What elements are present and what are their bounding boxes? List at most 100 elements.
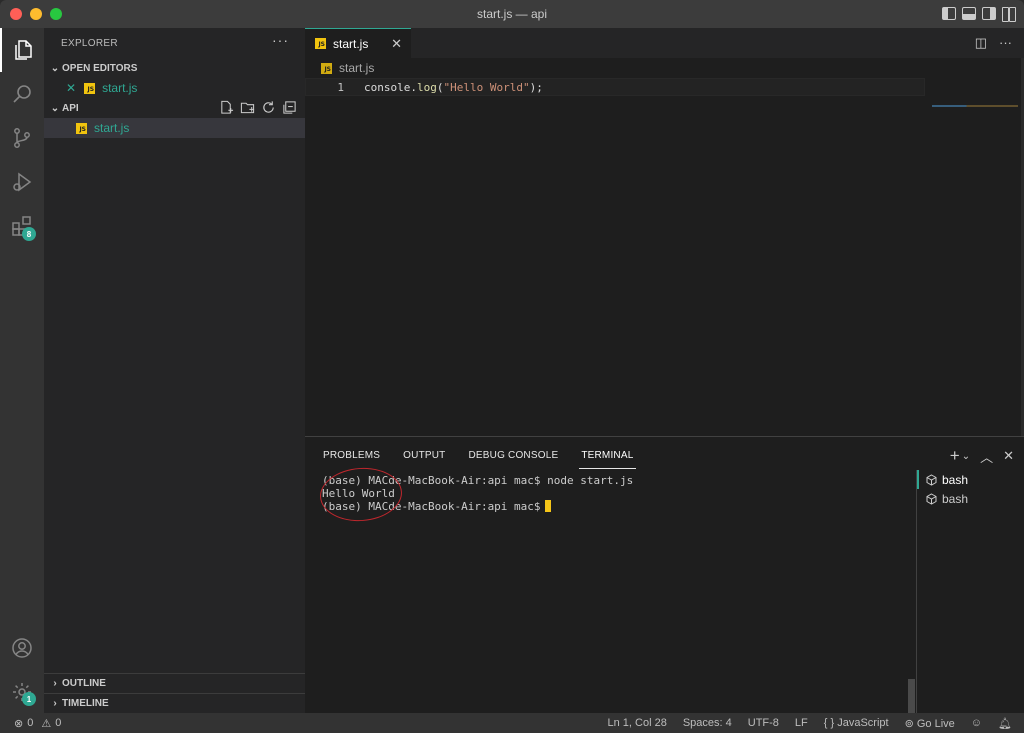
minimap[interactable] — [932, 105, 1018, 107]
toggle-secondary-sidebar-icon[interactable] — [982, 7, 996, 20]
panel-actions: + ⌄ ︿ ✕ — [950, 446, 1014, 466]
outline-label: OUTLINE — [62, 678, 106, 689]
close-panel-icon[interactable]: ✕ — [1003, 448, 1014, 464]
code-token-object: console — [364, 80, 411, 94]
notifications-bell-icon[interactable]: 🔔︎ — [998, 717, 1012, 730]
warning-count: 0 — [55, 717, 62, 729]
new-terminal-icon[interactable]: + — [950, 446, 960, 466]
status-right: Ln 1, Col 28 Spaces: 4 UTF-8 LF { } Java… — [608, 717, 1013, 730]
code-token-paren: ( — [436, 80, 444, 94]
language-label: JavaScript — [837, 717, 889, 729]
toggle-primary-sidebar-icon[interactable] — [942, 7, 956, 20]
explorer-activity-button[interactable] — [0, 28, 44, 72]
collapse-all-icon[interactable] — [282, 100, 297, 115]
accounts-activity-button[interactable] — [0, 626, 44, 670]
tab-output[interactable]: OUTPUT — [397, 445, 451, 465]
code-token-string: "Hello World" — [443, 80, 530, 94]
javascript-file-icon: JS — [84, 82, 96, 94]
go-live-button[interactable]: ⊚ Go Live — [905, 717, 955, 730]
chevron-right-icon: › — [53, 678, 57, 689]
account-icon — [12, 638, 32, 658]
customize-layout-icon[interactable] — [1002, 7, 1016, 22]
settings-badge: 1 — [22, 692, 36, 706]
more-actions-icon[interactable]: ··· — [272, 33, 289, 47]
file-name: start.js — [94, 121, 130, 135]
editor-actions: ◫ ··· — [975, 35, 1012, 51]
manage-activity-button[interactable]: 1 — [0, 670, 44, 714]
problems-status[interactable]: ⊗ 0 ⚠ 0 — [14, 717, 61, 730]
tab-problems[interactable]: PROBLEMS — [317, 445, 386, 465]
tab-debug-console[interactable]: DEBUG CONSOLE — [462, 445, 564, 465]
timeline-label: TIMELINE — [62, 698, 109, 709]
code-line[interactable]: 1 console . log ( "Hello World" ); — [305, 78, 925, 96]
folder-actions — [219, 100, 297, 115]
api-folder-header[interactable]: ⌄ API — [44, 98, 305, 118]
indentation[interactable]: Spaces: 4 — [683, 717, 732, 729]
chevron-right-icon: › — [53, 698, 57, 709]
split-editor-icon[interactable]: ◫ — [975, 35, 987, 51]
open-editor-item[interactable]: ✕ JS start.js — [44, 78, 305, 98]
extensions-activity-button[interactable]: 8 — [0, 204, 44, 248]
terminal-name: bash — [942, 491, 969, 506]
close-tab-icon[interactable]: ✕ — [391, 36, 402, 52]
vscode-window: start.js — api 8 1 EXPLORER ··· ⌄ OPEN E… — [0, 0, 1024, 733]
timeline-section-header[interactable]: › TIMELINE — [44, 693, 305, 713]
chevron-down-icon[interactable]: ⌄ — [962, 451, 970, 462]
terminal-name: bash — [942, 472, 969, 487]
javascript-file-icon: JS — [321, 62, 332, 74]
more-actions-icon[interactable]: ··· — [999, 35, 1012, 51]
folder-label: API — [62, 102, 79, 114]
chevron-down-icon: ⌄ — [50, 62, 60, 74]
source-control-activity-button[interactable] — [0, 116, 44, 160]
sidebar-title: EXPLORER — [61, 37, 118, 49]
toggle-panel-icon[interactable] — [962, 7, 976, 20]
code-token-dot: . — [410, 80, 417, 94]
window-title: start.js — api — [476, 7, 548, 21]
activity-bar: 8 1 — [0, 28, 44, 713]
explorer-sidebar: EXPLORER ··· ⌄ OPEN EDITORS ✕ JS start.j… — [44, 28, 305, 713]
terminal-cube-icon — [926, 492, 937, 505]
search-activity-button[interactable] — [0, 72, 44, 116]
sidebar-bottom-sections: › OUTLINE › TIMELINE — [44, 673, 305, 713]
new-file-icon[interactable] — [219, 100, 234, 115]
terminal-scrollbar[interactable] — [908, 679, 915, 714]
editor-tabs: JS start.js ✕ ◫ ··· — [305, 28, 1024, 58]
run-debug-activity-button[interactable] — [0, 160, 44, 204]
tab-start-js[interactable]: JS start.js ✕ — [305, 28, 411, 58]
refresh-icon[interactable] — [261, 100, 276, 115]
extensions-badge: 8 — [22, 227, 36, 241]
file-item[interactable]: JS start.js — [44, 118, 305, 138]
line-number: 1 — [337, 80, 344, 94]
status-bar: ⊗ 0 ⚠ 0 Ln 1, Col 28 Spaces: 4 UTF-8 LF … — [0, 713, 1024, 733]
layout-controls — [942, 7, 1016, 22]
terminal-instance[interactable]: bash — [917, 489, 1024, 508]
zoom-window-button[interactable] — [50, 8, 62, 20]
close-window-button[interactable] — [10, 8, 22, 20]
terminal-cursor — [544, 500, 551, 512]
breadcrumb-file[interactable]: start.js — [339, 61, 374, 75]
source-control-icon — [14, 128, 30, 148]
cursor-position[interactable]: Ln 1, Col 28 — [608, 717, 667, 729]
code-token-method: log — [416, 80, 437, 94]
new-folder-icon[interactable] — [240, 100, 255, 115]
tab-terminal[interactable]: TERMINAL — [575, 445, 639, 469]
maximize-panel-icon[interactable]: ︿ — [980, 447, 993, 466]
end-of-line[interactable]: LF — [795, 717, 808, 729]
javascript-file-icon: JS — [76, 122, 87, 134]
braces-icon: { } — [823, 717, 835, 729]
close-editor-icon[interactable]: ✕ — [66, 81, 76, 95]
terminal-instance[interactable]: bash — [917, 470, 1024, 489]
terminal-cube-icon — [926, 473, 937, 486]
open-editor-filename: start.js — [102, 81, 138, 95]
open-editors-section-header[interactable]: ⌄ OPEN EDITORS — [44, 58, 305, 78]
minimize-window-button[interactable] — [30, 8, 42, 20]
error-icon: ⊗ — [14, 717, 24, 730]
window-controls — [10, 8, 62, 20]
editor-area: JS start.js ✕ ◫ ··· JS start.js 1 consol… — [305, 28, 1024, 436]
outline-section-header[interactable]: › OUTLINE — [44, 673, 305, 693]
chevron-down-icon: ⌄ — [50, 102, 60, 114]
code-token-close: ); — [529, 80, 543, 94]
language-mode[interactable]: { } JavaScript — [824, 717, 889, 729]
encoding[interactable]: UTF-8 — [748, 717, 779, 729]
feedback-icon[interactable]: ☺ — [971, 717, 982, 729]
